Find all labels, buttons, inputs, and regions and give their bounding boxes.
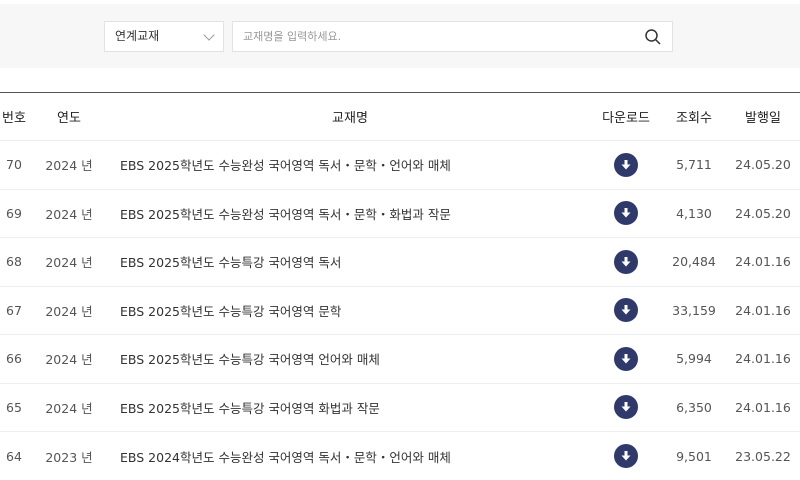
table-row: 65 2024 년 EBS 2025학년도 수능특강 국어영역 화법과 작문 6… [0, 383, 800, 432]
row-title[interactable]: EBS 2025학년도 수능특강 국어영역 언어와 매체 [110, 335, 590, 384]
table-row: 67 2024 년 EBS 2025학년도 수능특강 국어영역 문학 33,15… [0, 286, 800, 335]
search-input[interactable] [233, 22, 623, 51]
header-number: 번호 [0, 93, 28, 141]
download-cell [590, 189, 662, 238]
category-select[interactable]: 연계교재 [104, 21, 224, 52]
table-header: 번호 연도 교재명 다운로드 조회수 발행일 [0, 93, 800, 141]
row-views: 20,484 [662, 238, 726, 287]
row-views: 9,501 [662, 432, 726, 480]
row-date: 24.01.16 [726, 383, 800, 432]
download-arrow-icon [619, 255, 633, 269]
search-field [232, 21, 673, 52]
download-cell [590, 432, 662, 480]
download-arrow-icon [619, 400, 633, 414]
row-title[interactable]: EBS 2024학년도 수능완성 국어영역 독서・문학・언어와 매체 [110, 432, 590, 480]
download-arrow-icon [619, 303, 633, 317]
header-year: 연도 [28, 93, 110, 141]
download-cell [590, 335, 662, 384]
table-row: 64 2023 년 EBS 2024학년도 수능완성 국어영역 독서・문학・언어… [0, 432, 800, 480]
download-cell [590, 286, 662, 335]
row-year: 2024 년 [28, 189, 110, 238]
row-views: 5,994 [662, 335, 726, 384]
table-row: 68 2024 년 EBS 2025학년도 수능특강 국어영역 독서 20,48… [0, 238, 800, 287]
row-date: 24.01.16 [726, 238, 800, 287]
download-button[interactable] [614, 201, 638, 225]
header-views: 조회수 [662, 93, 726, 141]
row-year: 2023 년 [28, 432, 110, 480]
download-arrow-icon [619, 449, 633, 463]
row-date: 24.01.16 [726, 286, 800, 335]
row-title[interactable]: EBS 2025학년도 수능특강 국어영역 화법과 작문 [110, 383, 590, 432]
download-cell [590, 383, 662, 432]
download-button[interactable] [614, 153, 638, 177]
row-number: 66 [0, 335, 28, 384]
header-title: 교재명 [110, 93, 590, 141]
download-button[interactable] [614, 395, 638, 419]
row-year: 2024 년 [28, 286, 110, 335]
table-row: 69 2024 년 EBS 2025학년도 수능완성 국어영역 독서・문학・화법… [0, 189, 800, 238]
row-date: 24.05.20 [726, 141, 800, 190]
row-date: 23.05.22 [726, 432, 800, 480]
category-value: 연계교재 [115, 29, 159, 43]
row-number: 67 [0, 286, 28, 335]
download-arrow-icon [619, 158, 633, 172]
download-button[interactable] [614, 347, 638, 371]
download-cell [590, 141, 662, 190]
row-views: 5,711 [662, 141, 726, 190]
download-button[interactable] [614, 444, 638, 468]
row-number: 69 [0, 189, 28, 238]
row-date: 24.05.20 [726, 189, 800, 238]
row-date: 24.01.16 [726, 335, 800, 384]
row-views: 6,350 [662, 383, 726, 432]
row-year: 2024 년 [28, 141, 110, 190]
row-year: 2024 년 [28, 335, 110, 384]
search-icon[interactable] [644, 28, 662, 46]
row-number: 65 [0, 383, 28, 432]
row-title[interactable]: EBS 2025학년도 수능특강 국어영역 독서 [110, 238, 590, 287]
download-arrow-icon [619, 206, 633, 220]
download-button[interactable] [614, 250, 638, 274]
row-year: 2024 년 [28, 238, 110, 287]
row-title[interactable]: EBS 2025학년도 수능완성 국어영역 독서・문학・언어와 매체 [110, 141, 590, 190]
header-download: 다운로드 [590, 93, 662, 141]
row-views: 33,159 [662, 286, 726, 335]
header-date: 발행일 [726, 93, 800, 141]
table-row: 66 2024 년 EBS 2025학년도 수능특강 국어영역 언어와 매체 5… [0, 335, 800, 384]
row-year: 2024 년 [28, 383, 110, 432]
row-number: 64 [0, 432, 28, 480]
row-title[interactable]: EBS 2025학년도 수능특강 국어영역 문학 [110, 286, 590, 335]
row-views: 4,130 [662, 189, 726, 238]
row-number: 70 [0, 141, 28, 190]
download-cell [590, 238, 662, 287]
table-row: 70 2024 년 EBS 2025학년도 수능완성 국어영역 독서・문학・언어… [0, 141, 800, 190]
chevron-down-icon [203, 29, 214, 40]
download-arrow-icon [619, 352, 633, 366]
textbook-table: 번호 연도 교재명 다운로드 조회수 발행일 70 2024 년 EBS 202… [0, 92, 800, 480]
download-button[interactable] [614, 298, 638, 322]
row-number: 68 [0, 238, 28, 287]
row-title[interactable]: EBS 2025학년도 수능완성 국어영역 독서・문학・화법과 작문 [110, 189, 590, 238]
